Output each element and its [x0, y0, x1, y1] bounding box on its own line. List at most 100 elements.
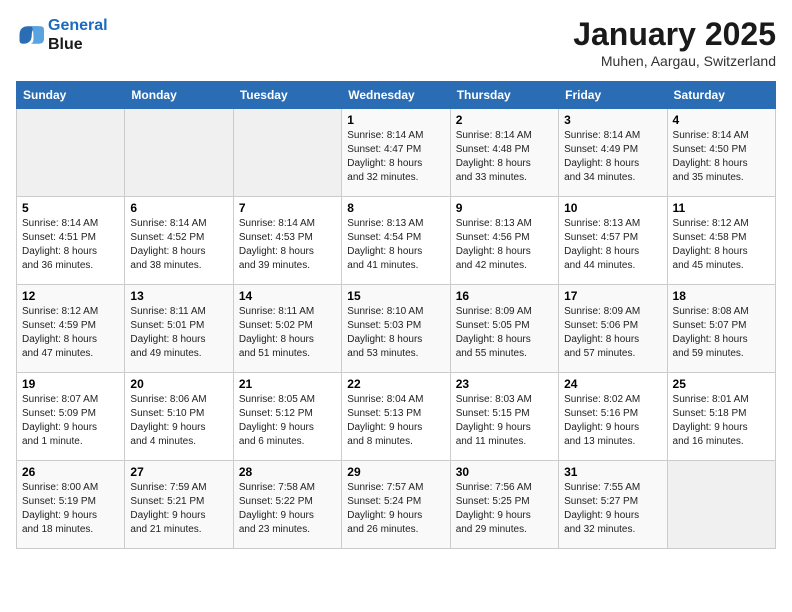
day-info: Sunrise: 8:13 AM Sunset: 4:57 PM Dayligh… [564, 217, 661, 273]
calendar-cell: 8 Sunrise: 8:13 AM Sunset: 4:54 PM Daylig… [342, 197, 450, 285]
day-info: Sunrise: 8:14 AM Sunset: 4:49 PM Dayligh… [564, 129, 661, 185]
month-title: January 2025 [573, 16, 776, 53]
calendar-cell: 5Sunrise: 8:14 AM Sunset: 4:51 PM Daylig… [17, 197, 125, 285]
calendar-cell: 1Sunrise: 8:14 AM Sunset: 4:47 PM Daylig… [342, 109, 450, 197]
day-number: 25 [673, 377, 770, 391]
day-number: 30 [456, 465, 553, 479]
day-info: Sunrise: 8:06 AM Sunset: 5:10 PM Dayligh… [130, 393, 227, 449]
day-number: 23 [456, 377, 553, 391]
day-number: 9 [456, 201, 553, 215]
day-info: Sunrise: 8:07 AM Sunset: 5:09 PM Dayligh… [22, 393, 119, 449]
page-header: General Blue January 2025 Muhen, Aargau,… [16, 16, 776, 69]
day-number: 4 [673, 113, 770, 127]
week-row-3: 12 Sunrise: 8:12 AM Sunset: 4:59 PM Dayli… [17, 285, 776, 373]
day-info: Sunrise: 7:56 AM Sunset: 5:25 PM Dayligh… [456, 481, 553, 537]
calendar-cell: 27 Sunrise: 7:59 AM Sunset: 5:21 PM Dayli… [125, 461, 233, 549]
week-row-2: 5Sunrise: 8:14 AM Sunset: 4:51 PM Daylig… [17, 197, 776, 285]
weekday-header-wednesday: Wednesday [342, 82, 450, 109]
calendar-cell: 17 Sunrise: 8:09 AM Sunset: 5:06 PM Dayli… [559, 285, 667, 373]
day-number: 22 [347, 377, 444, 391]
day-number: 20 [130, 377, 227, 391]
day-info: Sunrise: 7:59 AM Sunset: 5:21 PM Dayligh… [130, 481, 227, 537]
calendar-cell: 4Sunrise: 8:14 AM Sunset: 4:50 PM Daylig… [667, 109, 775, 197]
day-number: 3 [564, 113, 661, 127]
week-row-5: 26Sunrise: 8:00 AM Sunset: 5:19 PM Dayli… [17, 461, 776, 549]
day-number: 31 [564, 465, 661, 479]
week-row-1: 1Sunrise: 8:14 AM Sunset: 4:47 PM Daylig… [17, 109, 776, 197]
day-info: Sunrise: 8:09 AM Sunset: 5:06 PM Dayligh… [564, 305, 661, 361]
calendar-cell: 26Sunrise: 8:00 AM Sunset: 5:19 PM Dayli… [17, 461, 125, 549]
weekday-header-saturday: Saturday [667, 82, 775, 109]
day-number: 19 [22, 377, 119, 391]
logo: General Blue [16, 16, 108, 54]
day-info: Sunrise: 8:12 AM Sunset: 4:59 PM Dayligh… [22, 305, 119, 361]
day-info: Sunrise: 8:14 AM Sunset: 4:53 PM Dayligh… [239, 217, 336, 273]
title-area: January 2025 Muhen, Aargau, Switzerland [573, 16, 776, 69]
calendar-cell: 13Sunrise: 8:11 AM Sunset: 5:01 PM Dayli… [125, 285, 233, 373]
day-info: Sunrise: 7:57 AM Sunset: 5:24 PM Dayligh… [347, 481, 444, 537]
calendar-cell: 14 Sunrise: 8:11 AM Sunset: 5:02 PM Dayli… [233, 285, 341, 373]
day-number: 27 [130, 465, 227, 479]
calendar-cell: 20 Sunrise: 8:06 AM Sunset: 5:10 PM Dayli… [125, 373, 233, 461]
day-info: Sunrise: 8:05 AM Sunset: 5:12 PM Dayligh… [239, 393, 336, 449]
weekday-header-tuesday: Tuesday [233, 82, 341, 109]
day-info: Sunrise: 8:01 AM Sunset: 5:18 PM Dayligh… [673, 393, 770, 449]
day-number: 18 [673, 289, 770, 303]
day-number: 16 [456, 289, 553, 303]
calendar-cell [667, 461, 775, 549]
day-info: Sunrise: 8:10 AM Sunset: 5:03 PM Dayligh… [347, 305, 444, 361]
day-number: 26 [22, 465, 119, 479]
calendar-cell: 22Sunrise: 8:04 AM Sunset: 5:13 PM Dayli… [342, 373, 450, 461]
calendar-cell: 29Sunrise: 7:57 AM Sunset: 5:24 PM Dayli… [342, 461, 450, 549]
weekday-header-sunday: Sunday [17, 82, 125, 109]
day-number: 12 [22, 289, 119, 303]
calendar-table: SundayMondayTuesdayWednesdayThursdayFrid… [16, 81, 776, 549]
weekday-header-row: SundayMondayTuesdayWednesdayThursdayFrid… [17, 82, 776, 109]
calendar-cell [17, 109, 125, 197]
calendar-cell: 9Sunrise: 8:13 AM Sunset: 4:56 PM Daylig… [450, 197, 558, 285]
calendar-cell: 23 Sunrise: 8:03 AM Sunset: 5:15 PM Dayli… [450, 373, 558, 461]
calendar-cell: 24 Sunrise: 8:02 AM Sunset: 5:16 PM Dayli… [559, 373, 667, 461]
day-number: 5 [22, 201, 119, 215]
day-info: Sunrise: 8:14 AM Sunset: 4:48 PM Dayligh… [456, 129, 553, 185]
day-number: 2 [456, 113, 553, 127]
calendar-cell: 21 Sunrise: 8:05 AM Sunset: 5:12 PM Dayli… [233, 373, 341, 461]
calendar-cell: 30 Sunrise: 7:56 AM Sunset: 5:25 PM Dayli… [450, 461, 558, 549]
day-info: Sunrise: 8:12 AM Sunset: 4:58 PM Dayligh… [673, 217, 770, 273]
calendar-cell [233, 109, 341, 197]
day-info: Sunrise: 8:14 AM Sunset: 4:47 PM Dayligh… [347, 129, 444, 185]
day-number: 28 [239, 465, 336, 479]
day-number: 15 [347, 289, 444, 303]
calendar-cell: 15 Sunrise: 8:10 AM Sunset: 5:03 PM Dayli… [342, 285, 450, 373]
day-number: 11 [673, 201, 770, 215]
calendar-cell: 16 Sunrise: 8:09 AM Sunset: 5:05 PM Dayli… [450, 285, 558, 373]
calendar-cell: 28Sunrise: 7:58 AM Sunset: 5:22 PM Dayli… [233, 461, 341, 549]
day-number: 17 [564, 289, 661, 303]
day-number: 24 [564, 377, 661, 391]
weekday-header-thursday: Thursday [450, 82, 558, 109]
weekday-header-friday: Friday [559, 82, 667, 109]
calendar-cell: 3 Sunrise: 8:14 AM Sunset: 4:49 PM Daylig… [559, 109, 667, 197]
day-number: 21 [239, 377, 336, 391]
day-info: Sunrise: 8:13 AM Sunset: 4:54 PM Dayligh… [347, 217, 444, 273]
calendar-cell: 10 Sunrise: 8:13 AM Sunset: 4:57 PM Dayli… [559, 197, 667, 285]
day-info: Sunrise: 8:09 AM Sunset: 5:05 PM Dayligh… [456, 305, 553, 361]
day-info: Sunrise: 8:03 AM Sunset: 5:15 PM Dayligh… [456, 393, 553, 449]
calendar-cell: 7Sunrise: 8:14 AM Sunset: 4:53 PM Daylig… [233, 197, 341, 285]
weekday-header-monday: Monday [125, 82, 233, 109]
calendar-cell: 19 Sunrise: 8:07 AM Sunset: 5:09 PM Dayli… [17, 373, 125, 461]
logo-text: General Blue [48, 16, 108, 54]
day-info: Sunrise: 7:55 AM Sunset: 5:27 PM Dayligh… [564, 481, 661, 537]
calendar-cell: 25 Sunrise: 8:01 AM Sunset: 5:18 PM Dayli… [667, 373, 775, 461]
day-number: 8 [347, 201, 444, 215]
calendar-cell: 11 Sunrise: 8:12 AM Sunset: 4:58 PM Dayli… [667, 197, 775, 285]
calendar-cell [125, 109, 233, 197]
day-info: Sunrise: 8:14 AM Sunset: 4:52 PM Dayligh… [130, 217, 227, 273]
day-info: Sunrise: 8:11 AM Sunset: 5:02 PM Dayligh… [239, 305, 336, 361]
calendar-cell: 6Sunrise: 8:14 AM Sunset: 4:52 PM Daylig… [125, 197, 233, 285]
day-info: Sunrise: 8:02 AM Sunset: 5:16 PM Dayligh… [564, 393, 661, 449]
day-number: 14 [239, 289, 336, 303]
day-number: 10 [564, 201, 661, 215]
calendar-cell: 31 Sunrise: 7:55 AM Sunset: 5:27 PM Dayli… [559, 461, 667, 549]
day-info: Sunrise: 8:08 AM Sunset: 5:07 PM Dayligh… [673, 305, 770, 361]
